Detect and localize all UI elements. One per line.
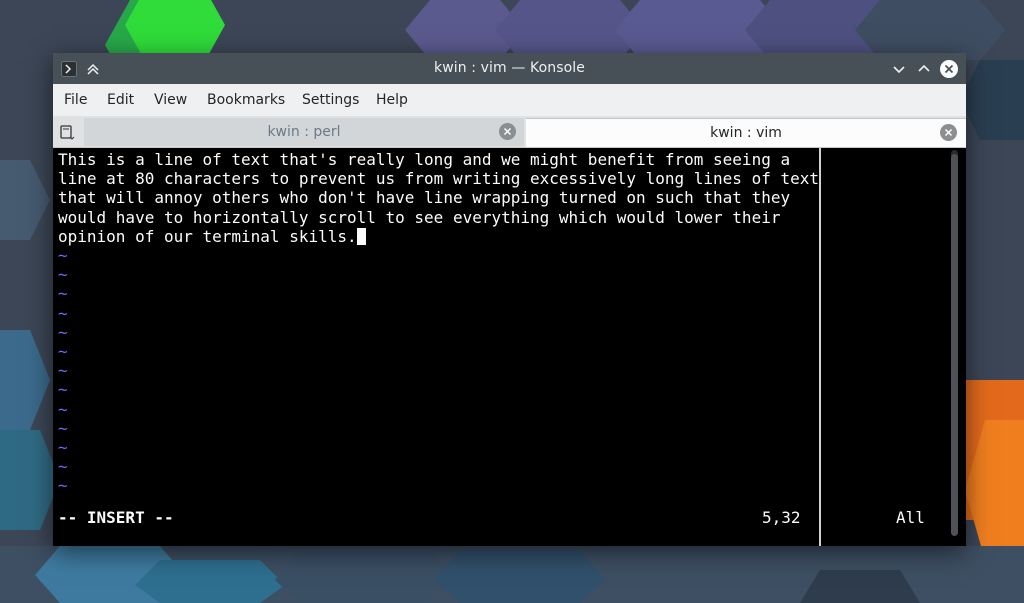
close-icon	[940, 60, 958, 78]
maximize-button[interactable]	[914, 59, 934, 79]
editor-buffer[interactable]: This is a line of text that's really lon…	[58, 150, 819, 246]
tilde-marker: ~	[58, 303, 68, 323]
konsole-window: kwin : vim — Konsole File Edit View Book…	[53, 53, 966, 546]
tab-label: kwin : perl	[267, 124, 341, 140]
terminal-view[interactable]: This is a line of text that's really lon…	[53, 148, 966, 546]
scroll-indicator: All	[896, 508, 925, 527]
new-tab-icon[interactable]	[59, 123, 77, 145]
tilde-marker: ~	[58, 265, 68, 285]
buffer-line: would have to horizontally scroll to see…	[58, 207, 781, 227]
close-button[interactable]	[939, 59, 959, 79]
minimize-button[interactable]	[889, 59, 909, 79]
vim-mode-indicator: -- INSERT --	[58, 508, 174, 527]
buffer-line: line at 80 characters to prevent us from…	[58, 169, 819, 189]
text-cursor	[356, 227, 366, 245]
chevron-up-icon	[918, 64, 930, 72]
menu-edit[interactable]: Edit	[107, 92, 134, 108]
tilde-marker: ~	[58, 361, 68, 381]
buffer-line: This is a line of text that's really lon…	[58, 150, 791, 169]
tab-kwin-vim[interactable]: kwin : vim	[526, 118, 966, 147]
empty-line-markers: ~ ~ ~ ~ ~ ~ ~ ~ ~ ~ ~ ~ ~	[58, 246, 68, 495]
tab-label: kwin : vim	[710, 125, 782, 141]
tilde-marker: ~	[58, 246, 68, 265]
menu-bookmarks[interactable]: Bookmarks	[207, 92, 285, 108]
menu-file[interactable]: File	[64, 92, 87, 108]
tilde-marker: ~	[58, 284, 68, 304]
menu-settings[interactable]: Settings	[302, 92, 359, 108]
close-icon[interactable]	[940, 124, 957, 141]
buffer-line: opinion of our terminal skills.	[58, 226, 357, 246]
tilde-marker: ~	[58, 341, 68, 361]
close-icon[interactable]	[499, 123, 516, 140]
menu-view[interactable]: View	[154, 92, 187, 108]
tilde-marker: ~	[58, 322, 68, 342]
tilde-marker: ~	[58, 418, 68, 438]
cursor-position: 5,32	[762, 508, 801, 527]
chevron-down-icon	[893, 66, 905, 74]
tilde-marker: ~	[58, 437, 68, 457]
tilde-marker: ~	[58, 457, 68, 477]
menu-help[interactable]: Help	[376, 92, 408, 108]
window-title: kwin : vim — Konsole	[434, 60, 585, 76]
scrollbar-thumb[interactable]	[951, 154, 958, 536]
tab-kwin-perl[interactable]: kwin : perl	[84, 118, 524, 146]
menu-bar: File Edit View Bookmarks Settings Help	[53, 84, 966, 116]
column-80-marker	[819, 148, 821, 546]
tab-bar: kwin : perl kwin : vim	[53, 116, 966, 148]
tilde-marker: ~	[58, 380, 68, 400]
tilde-marker: ~	[58, 476, 68, 496]
tilde-marker: ~	[58, 399, 68, 419]
buffer-line: that will annoy others who don't have li…	[58, 188, 791, 208]
title-bar[interactable]: kwin : vim — Konsole	[53, 53, 966, 84]
